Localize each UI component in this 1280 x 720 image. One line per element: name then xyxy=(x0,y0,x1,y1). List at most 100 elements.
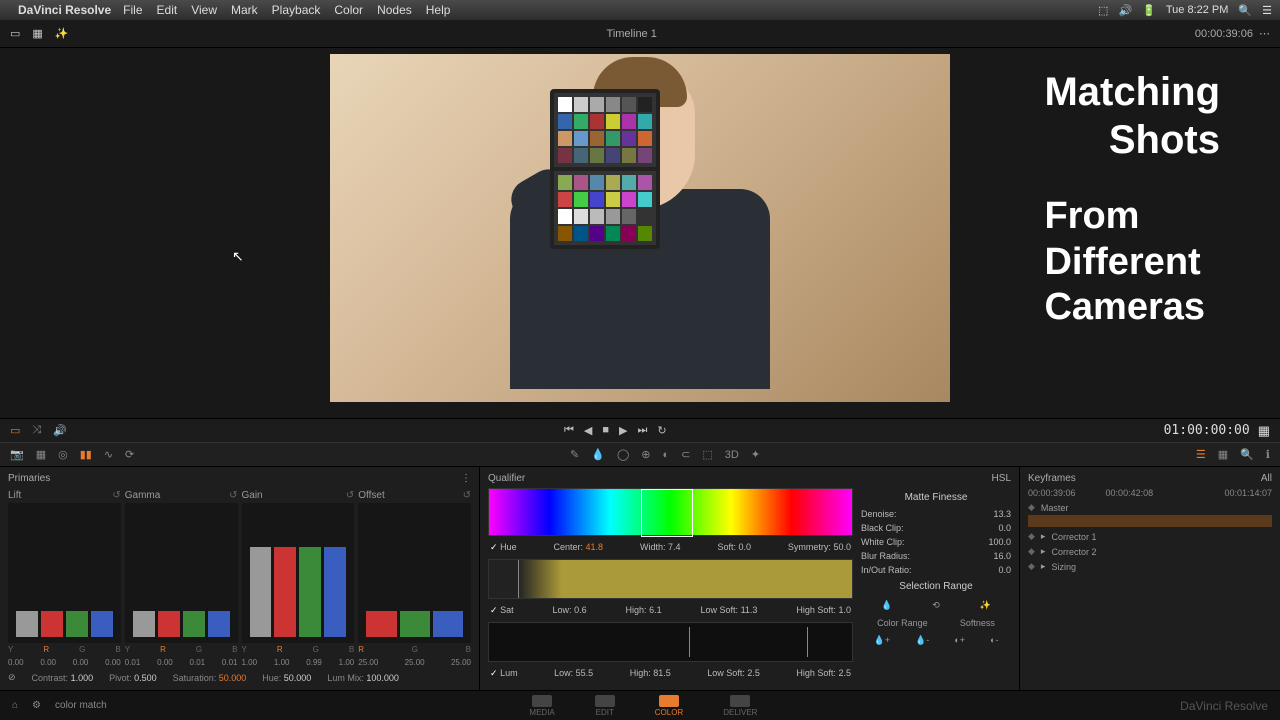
page-deliver[interactable]: DELIVER xyxy=(723,695,757,717)
contrast-value[interactable]: 1.000 xyxy=(71,673,94,683)
refresh-icon[interactable]: ⟳ xyxy=(125,448,134,461)
menu-nodes[interactable]: Nodes xyxy=(377,3,412,17)
curves-tool-icon[interactable]: ✎ xyxy=(570,448,579,461)
lum-lowsoft[interactable]: 2.5 xyxy=(747,668,760,678)
pivot-value[interactable]: 0.500 xyxy=(134,673,157,683)
lum-high[interactable]: 81.5 xyxy=(653,668,671,678)
bypass-icon[interactable]: ▭ xyxy=(10,424,20,437)
page-media[interactable]: MEDIA xyxy=(529,695,554,717)
hue-value[interactable]: 50.000 xyxy=(284,673,312,683)
offset-bars[interactable] xyxy=(358,503,471,643)
viewer-menu-icon[interactable]: ⋯ xyxy=(1259,27,1270,40)
project-name[interactable]: color match xyxy=(55,700,107,711)
lift-reset-icon[interactable]: ↺ xyxy=(112,490,120,501)
hue-symmetry[interactable]: 50.0 xyxy=(833,542,851,552)
hue-soft[interactable]: 0.0 xyxy=(738,542,751,552)
grid-icon[interactable]: ▦ xyxy=(1218,448,1228,461)
keyframe-mode-icon[interactable]: ☰ xyxy=(1196,448,1206,461)
viewer-image[interactable] xyxy=(330,54,950,402)
volume-status-icon[interactable]: 🔊 xyxy=(1118,4,1132,17)
camera-raw-icon[interactable]: 📷 xyxy=(10,448,24,461)
app-name[interactable]: DaVinci Resolve xyxy=(18,3,111,17)
lummix-value[interactable]: 100.000 xyxy=(366,673,399,683)
whiteclip-value[interactable]: 100.0 xyxy=(988,537,1011,547)
notifications-icon[interactable]: ☰ xyxy=(1262,4,1272,17)
spotlight-icon[interactable]: 🔍 xyxy=(1238,4,1252,17)
3d-tool-icon[interactable]: 3D xyxy=(725,449,739,461)
kf-diamond-icon[interactable]: ◆ xyxy=(1028,502,1035,513)
kf-corrector2[interactable]: Corrector 2 xyxy=(1051,547,1096,557)
invert-icon[interactable]: ⟲ xyxy=(932,600,940,611)
timeline-name[interactable]: Timeline 1 xyxy=(607,28,657,40)
denoise-value[interactable]: 13.3 xyxy=(993,509,1011,519)
curves-icon[interactable]: ∿ xyxy=(104,448,113,461)
lift-bars[interactable] xyxy=(8,503,121,643)
grid-view-icon[interactable]: ▦ xyxy=(1258,423,1270,439)
volume-icon[interactable]: 🔊 xyxy=(53,424,67,437)
soft-add-icon[interactable]: ◐+ xyxy=(954,635,965,646)
settings-icon[interactable]: ⚙ xyxy=(32,700,41,711)
blurradius-value[interactable]: 16.0 xyxy=(993,551,1011,561)
qualifier-mode[interactable]: HSL xyxy=(992,473,1011,484)
clock[interactable]: Tue 8:22 PM xyxy=(1166,4,1229,16)
kf-track-master[interactable] xyxy=(1028,515,1272,527)
page-color[interactable]: COLOR xyxy=(655,695,683,717)
layout-single-icon[interactable]: ▭ xyxy=(10,27,20,40)
kf-expand-icon[interactable]: ▸ xyxy=(1041,531,1046,542)
picker-icon[interactable]: 💧 xyxy=(881,600,892,611)
picker-add-icon[interactable]: 💧+ xyxy=(874,635,890,646)
first-frame-button[interactable]: ⏮ xyxy=(564,424,574,437)
gain-reset-icon[interactable]: ↺ xyxy=(346,490,354,501)
lum-low[interactable]: 55.5 xyxy=(576,668,594,678)
menu-mark[interactable]: Mark xyxy=(231,3,258,17)
blackclip-value[interactable]: 0.0 xyxy=(998,523,1011,533)
magic-icon[interactable]: ✨ xyxy=(55,27,69,40)
kf-master[interactable]: Master xyxy=(1041,503,1069,513)
home-icon[interactable]: ⌂ xyxy=(12,700,18,711)
menu-view[interactable]: View xyxy=(191,3,217,17)
soft-sub-icon[interactable]: ◐- xyxy=(990,635,998,646)
prev-frame-button[interactable]: ◀ xyxy=(584,424,592,437)
sat-lowsoft[interactable]: 11.3 xyxy=(741,605,758,615)
qualifier-tool-icon[interactable]: 💧 xyxy=(591,448,605,461)
color-match-icon[interactable]: ▦ xyxy=(36,448,46,461)
offset-reset-icon[interactable]: ↺ xyxy=(463,490,471,501)
lum-highsoft[interactable]: 2.5 xyxy=(838,668,851,678)
picker-sub-icon[interactable]: 💧- xyxy=(915,635,929,646)
color-wheels-icon[interactable]: ◎ xyxy=(58,448,68,461)
gain-bars[interactable] xyxy=(242,503,355,643)
key-tool-icon[interactable]: ⊂ xyxy=(681,448,690,461)
sat-graph[interactable] xyxy=(488,559,853,599)
info-icon[interactable]: ℹ xyxy=(1266,448,1270,461)
wand-icon[interactable]: ✨ xyxy=(980,600,991,611)
hue-graph[interactable] xyxy=(488,488,853,536)
menu-help[interactable]: Help xyxy=(426,3,451,17)
play-button[interactable]: ▶ xyxy=(619,424,627,437)
kf-sizing[interactable]: Sizing xyxy=(1051,562,1076,572)
window-tool-icon[interactable]: ◯ xyxy=(617,448,629,461)
sizing-tool-icon[interactable]: ⬚ xyxy=(702,448,712,461)
saturation-value[interactable]: 50.000 xyxy=(219,673,247,683)
primaries-bars-icon[interactable]: ▮▮ xyxy=(80,448,92,461)
layout-dual-icon[interactable]: ▦ xyxy=(32,27,42,40)
sat-low[interactable]: 0.6 xyxy=(574,605,587,615)
last-frame-button[interactable]: ⏭ xyxy=(637,424,647,437)
inout-value[interactable]: 0.0 xyxy=(998,565,1011,575)
menu-file[interactable]: File xyxy=(123,3,142,17)
hue-center[interactable]: 41.8 xyxy=(586,542,604,552)
kf-corrector1[interactable]: Corrector 1 xyxy=(1051,532,1096,542)
dust-tool-icon[interactable]: ✦ xyxy=(751,448,760,461)
gamma-bars[interactable] xyxy=(125,503,238,643)
loop-button[interactable]: ↻ xyxy=(657,424,666,437)
reset-all-icon[interactable]: ⊘ xyxy=(8,672,16,683)
search-icon[interactable]: 🔍 xyxy=(1240,448,1254,461)
gamma-reset-icon[interactable]: ↺ xyxy=(229,490,237,501)
keyframes-all[interactable]: All xyxy=(1261,473,1272,484)
page-edit[interactable]: EDIT xyxy=(595,695,615,717)
menu-edit[interactable]: Edit xyxy=(157,3,178,17)
hue-width[interactable]: 7.4 xyxy=(668,542,681,552)
tracker-tool-icon[interactable]: ⊕ xyxy=(641,448,650,461)
battery-icon[interactable]: 🔋 xyxy=(1142,4,1156,17)
stop-button[interactable]: ■ xyxy=(602,424,609,437)
menu-color[interactable]: Color xyxy=(334,3,363,17)
